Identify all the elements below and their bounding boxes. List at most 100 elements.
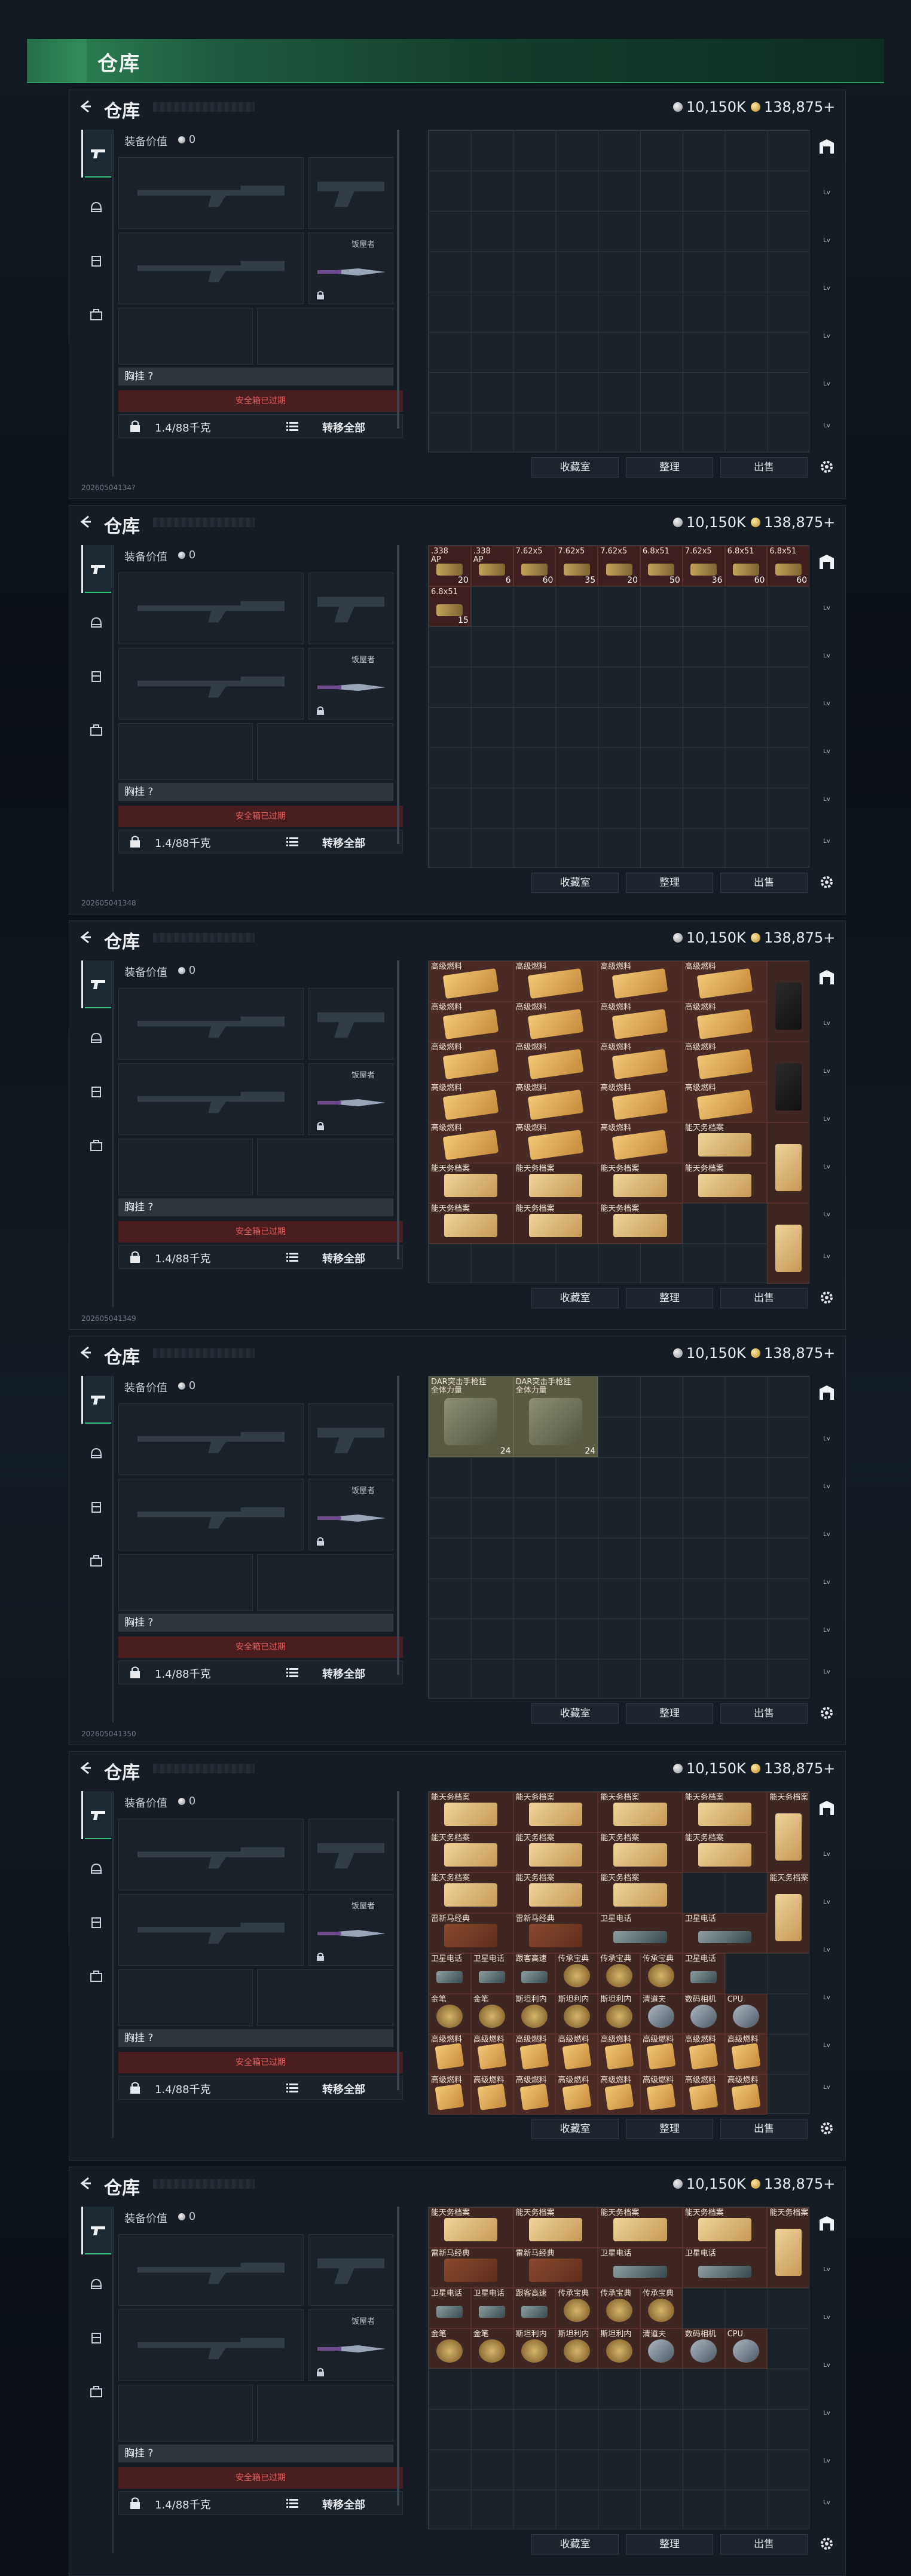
inventory-item[interactable]: 6.8x51 15 (429, 586, 471, 626)
inventory-item[interactable]: 斯坦利内 (598, 2328, 640, 2369)
storage-page-4[interactable]: Lv (817, 2410, 836, 2429)
inventory-item[interactable]: DAR突击手枪挂 全体力量 24 (513, 1376, 598, 1457)
tab-vest[interactable] (81, 2314, 111, 2362)
chest-rig-label[interactable]: 胸挂 ? (118, 783, 393, 801)
inventory-item[interactable]: 高级燃料 (555, 2034, 598, 2075)
inventory-item[interactable]: 高级燃料 (598, 1122, 683, 1163)
loadout-scrollbar[interactable] (397, 2207, 399, 2505)
storage-page-3[interactable]: Lv (817, 1116, 836, 1135)
inventory-item[interactable]: 高级燃料 (429, 1042, 513, 1082)
inventory-item[interactable]: 能天务档案 (513, 1162, 598, 1203)
inventory-item[interactable]: 金笔 (470, 1993, 513, 2034)
safe-box-expired[interactable]: 安全箱已过期 (118, 2467, 403, 2489)
collection-button[interactable]: 收藏室 (531, 457, 619, 478)
inventory-item[interactable]: 能天务档案 (429, 1873, 513, 1913)
safe-box-expired[interactable]: 安全箱已过期 (118, 390, 403, 412)
inventory-item[interactable]: CPU (724, 2328, 768, 2369)
collection-button[interactable]: 收藏室 (531, 1703, 619, 1724)
pistol-slot[interactable] (308, 1403, 393, 1475)
chest-rig-label[interactable]: 胸挂 ? (118, 1198, 393, 1216)
gear-icon[interactable] (818, 1289, 835, 1306)
transfer-all-button[interactable]: 转移全部 (322, 2081, 365, 2097)
melee-slot[interactable]: 饭屋者 (308, 648, 393, 720)
loadout-scrollbar[interactable] (397, 130, 399, 429)
inventory-item[interactable]: 7.62x5 20 (598, 546, 640, 586)
inventory-item[interactable]: 能天务档案 (429, 1162, 513, 1203)
inventory-item[interactable]: CPU (724, 1993, 768, 2034)
inventory-item[interactable]: 7.62x5 60 (513, 546, 556, 586)
inventory-item[interactable]: 高级燃料 (513, 2074, 556, 2115)
sort-button[interactable]: 整理 (626, 873, 713, 893)
inventory-item[interactable]: DAR突击手枪挂 全体力量 24 (429, 1376, 513, 1457)
tab-backpack[interactable] (81, 1122, 111, 1170)
tab-vest[interactable] (81, 653, 111, 700)
gear-icon[interactable] (818, 874, 835, 891)
melee-slot[interactable]: 饭屋者 (308, 1063, 393, 1135)
storage-grid[interactable]: 能天务档案 能天务档案 能天务档案 能天务档案 能天务档案 能天务档案 能天务档案 能天务档案… (428, 1791, 810, 2115)
warehouse-tab-icon[interactable] (817, 968, 836, 987)
storage-page-1[interactable]: Lv (817, 1851, 836, 1870)
inventory-item[interactable]: 斯坦利内 (513, 2328, 556, 2369)
warehouse-tab-icon[interactable] (817, 1798, 836, 1818)
list-icon[interactable] (286, 2082, 298, 2093)
sort-button[interactable]: 整理 (626, 457, 713, 478)
inventory-item[interactable]: 雷新马经典 (429, 2247, 513, 2288)
inventory-item[interactable]: 高级燃料 (513, 1122, 598, 1163)
inventory-item[interactable]: .338 AP 20 (429, 546, 471, 586)
loadout-scrollbar[interactable] (397, 1791, 399, 2090)
storage-page-2[interactable]: Lv (817, 2314, 836, 2333)
inventory-item[interactable]: 能天务档案 (598, 1832, 683, 1873)
armor-slot[interactable] (257, 1139, 393, 1195)
inventory-item[interactable]: 高级燃料 (470, 2074, 513, 2115)
inventory-item[interactable]: 高级燃料 (598, 2074, 640, 2115)
storage-page-3[interactable]: Lv (817, 285, 836, 304)
list-icon[interactable] (286, 1667, 298, 1678)
pistol-slot[interactable] (308, 988, 393, 1060)
storage-page-5[interactable]: Lv (817, 381, 836, 400)
inventory-item[interactable]: 能天务档案 (682, 1122, 768, 1163)
list-icon[interactable] (286, 1252, 298, 1262)
secondary-weapon-slot[interactable] (118, 2309, 304, 2381)
inventory-item[interactable]: 能天务档案 (682, 1162, 768, 1203)
inventory-item[interactable]: 雷新马经典 (513, 2247, 598, 2288)
storage-grid[interactable] (428, 130, 809, 452)
collection-button[interactable]: 收藏室 (531, 2534, 619, 2554)
inventory-item[interactable]: 清道夫 (640, 1993, 683, 2034)
inventory-item[interactable]: 高级燃料 (598, 961, 683, 1002)
inventory-item[interactable]: 高级燃料 (598, 1042, 683, 1082)
pistol-slot[interactable] (308, 2234, 393, 2306)
tab-weapons[interactable] (81, 960, 113, 1008)
back-arrow-icon[interactable] (78, 1345, 93, 1360)
loadout-scrollbar[interactable] (397, 545, 399, 844)
warehouse-tab-icon[interactable] (817, 2214, 836, 2233)
inventory-item[interactable]: 数码相机 (682, 1993, 725, 2034)
inventory-item[interactable]: 高级燃料 (598, 1001, 683, 1042)
tab-weapons[interactable] (81, 1376, 113, 1424)
transfer-all-button[interactable]: 转移全部 (322, 420, 365, 435)
inventory-item[interactable]: 能天务档案 (682, 1792, 768, 1832)
storage-grid[interactable]: 能天务档案 能天务档案 能天务档案 能天务档案 能天务档案 雷新马经典 雷新马经典 卫星电话卫… (428, 2207, 810, 2529)
transfer-all-button[interactable]: 转移全部 (322, 2497, 365, 2512)
inventory-item[interactable]: 能天务档案 (598, 2207, 683, 2248)
storage-page-4[interactable]: Lv (817, 1994, 836, 2014)
inventory-item[interactable]: 高级燃料 (513, 1001, 598, 1042)
storage-page-5[interactable]: Lv (817, 796, 836, 815)
primary-weapon-slot[interactable] (118, 1819, 304, 1890)
back-arrow-icon[interactable] (78, 929, 93, 945)
inventory-item[interactable]: 7.62x5 35 (555, 546, 598, 586)
chest-rig-label[interactable]: 胸挂 ? (118, 368, 393, 386)
sell-button[interactable]: 出售 (720, 1288, 808, 1308)
inventory-item[interactable]: 高级燃料 (724, 2074, 768, 2115)
storage-grid[interactable]: DAR突击手枪挂 全体力量 24 DAR突击手枪挂 全体力量 24 (428, 1376, 809, 1699)
inventory-item[interactable]: 高级燃料 (682, 2074, 725, 2115)
inventory-item[interactable]: 高级燃料 (429, 1122, 513, 1163)
tab-vest[interactable] (81, 237, 111, 285)
inventory-item[interactable]: 斯坦利内 (513, 1993, 556, 2034)
chest-rig-label[interactable]: 胸挂 ? (118, 2029, 393, 2047)
inventory-item[interactable]: 清道夫 (640, 2328, 683, 2369)
sell-button[interactable]: 出售 (720, 1703, 808, 1724)
storage-page-1[interactable]: Lv (817, 189, 836, 209)
inventory-item[interactable]: 雷新马经典 (429, 1913, 513, 1953)
safe-box-expired[interactable]: 安全箱已过期 (118, 1636, 403, 1658)
sell-button[interactable]: 出售 (720, 2119, 808, 2139)
